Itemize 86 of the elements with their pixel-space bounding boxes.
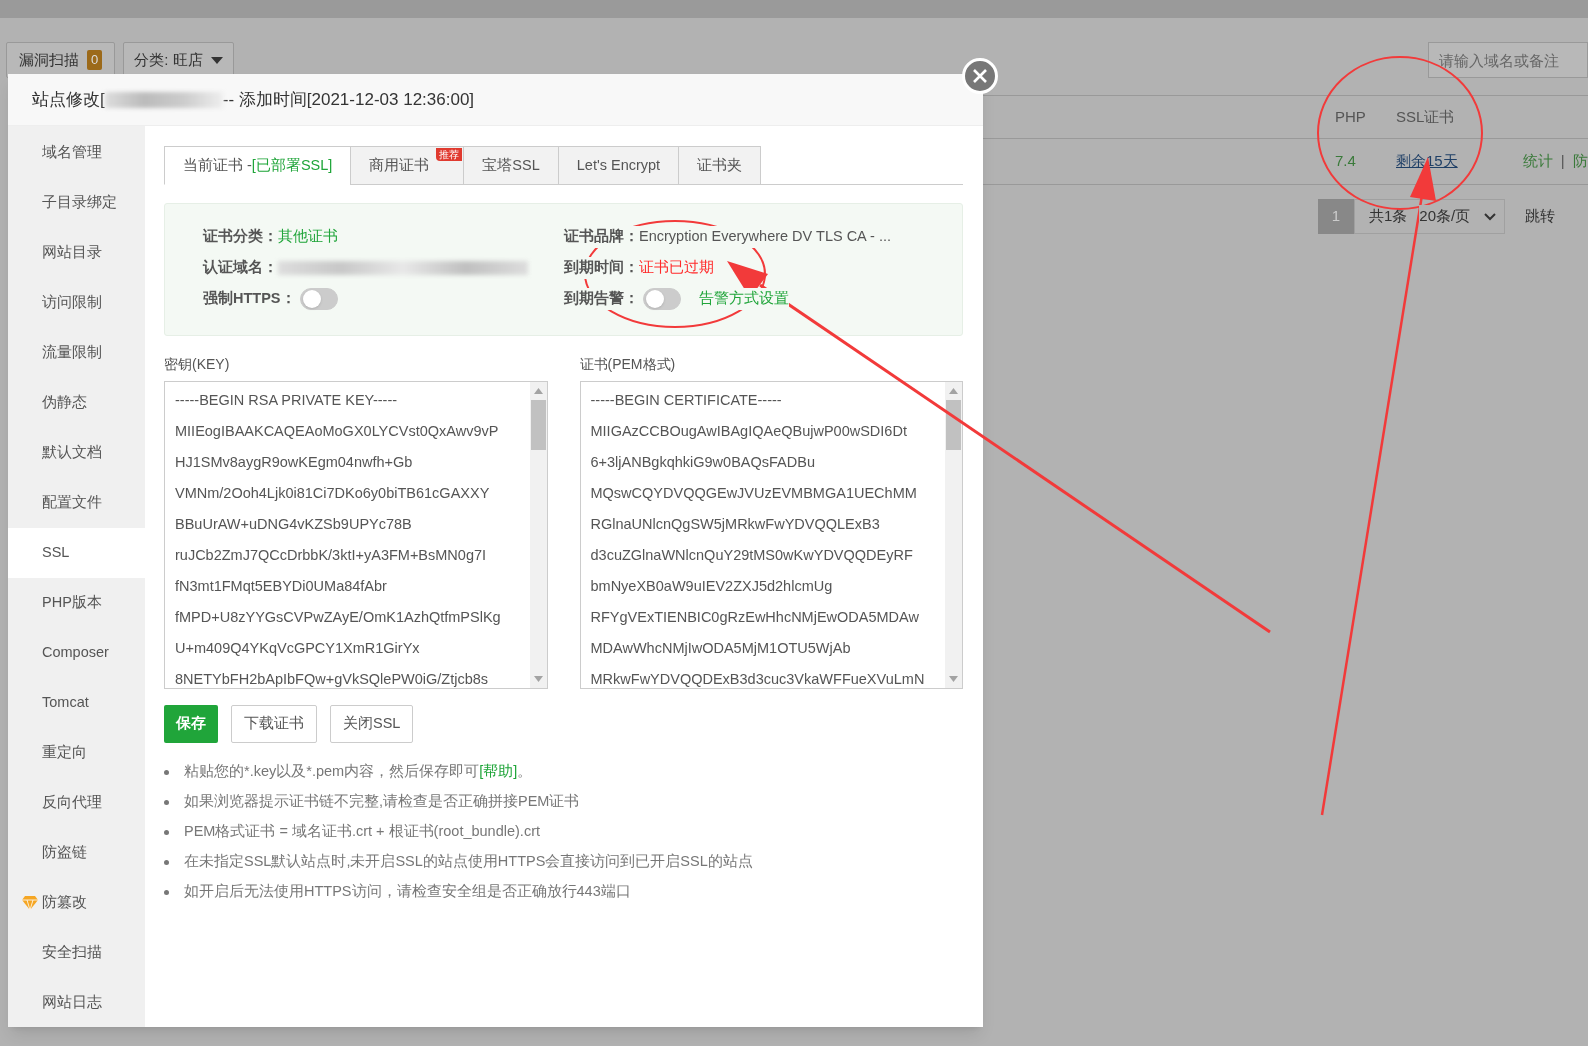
sidebar-item[interactable]: 安全扫描: [8, 928, 145, 978]
total-count: 共1条: [1369, 206, 1408, 227]
close-icon: [973, 69, 987, 83]
scroll-down-icon[interactable]: [533, 676, 543, 682]
action-button[interactable]: 关闭SSL: [330, 705, 414, 743]
text-area[interactable]: [579, 381, 963, 689]
tab[interactable]: 宝塔SSL: [463, 146, 559, 185]
tab[interactable]: 商用证书 推荐: [350, 146, 465, 185]
sidebar-item[interactable]: 防盗链: [8, 828, 145, 878]
tab[interactable]: 证书夹: [678, 146, 762, 185]
code-line: MQswCQYDVQQGEwJVUzEVMBMGA1UEChMM: [590, 484, 918, 503]
help-note: 如果浏览器提示证书链不完整,请检查是否正确拼接PEM证书: [184, 792, 580, 812]
sidebar-item[interactable]: 默认文档: [8, 428, 145, 478]
help-note: 粘贴您的*.key以及*.pem内容，然后保存即可[帮助]。: [184, 762, 533, 782]
sidebar-item[interactable]: 伪静态: [8, 378, 145, 428]
sidebar-item[interactable]: 重定向: [8, 728, 145, 778]
code-line: fMPD+U8zYYGsCVPwZAyE/OmK1AzhQtfmPSlKg: [175, 608, 502, 627]
count-badge: 0: [87, 50, 103, 70]
toggle-switch[interactable]: [643, 288, 681, 310]
code-line: BBuUrAW+uDNG4vKZSb9UPYc78B: [175, 515, 413, 534]
close-button[interactable]: [962, 58, 998, 94]
sidebar-item[interactable]: SSL: [8, 528, 145, 578]
sidebar-item[interactable]: Composer: [8, 628, 145, 678]
code-line: -----BEGIN RSA PRIVATE KEY-----: [175, 391, 399, 410]
scroll-up-icon[interactable]: [533, 388, 543, 394]
column-header: SSL证书: [1396, 106, 1455, 127]
scroll-down-icon[interactable]: [949, 676, 958, 682]
code-line: MIIEogIBAAKCAQEAoMoGX0LYCVst0QxAwv9vP: [175, 422, 500, 441]
code-line: HJ1SMv8aygR9owKEgm04nwfh+Gb: [175, 453, 414, 472]
code-line: RFYgVExTIENBIC0gRzEwHhcNMjEwODA5MDAw: [590, 608, 920, 627]
help-note: 如开启后无法使用HTTPS访问，请检查安全组是否正确放行443端口: [184, 882, 631, 902]
field-label: 证书分类：: [203, 227, 278, 247]
code-line: -----BEGIN CERTIFICATE-----: [590, 391, 783, 410]
code-line: VMNm/2Ooh4Ljk0i81Ci7DKo6y0biTB61cGAXXY: [175, 484, 491, 503]
sidebar-item[interactable]: 网站日志: [8, 978, 145, 1028]
search-field[interactable]: 请输入域名或备注: [1428, 42, 1588, 78]
dialog-title: 站点修改[: [32, 88, 105, 111]
sidebar-item[interactable]: 访问限制: [8, 278, 145, 328]
sidebar-item[interactable]: PHP版本: [8, 578, 145, 628]
caret-icon: [210, 56, 223, 64]
field-label: 强制HTTPS：: [203, 289, 296, 309]
code-line: MDAwWhcNMjIwODA5MjM1OTU5WjAb: [590, 639, 852, 658]
action-button[interactable]: 下载证书: [231, 705, 317, 743]
column-header: PHP: [1335, 106, 1367, 127]
sidebar-item[interactable]: 流量限制: [8, 328, 145, 378]
code-line: ruJCb2ZmJ7QCcDrbbK/3ktI+yA3FM+BsMN0g7I: [175, 546, 488, 565]
dialog-title: -- 添加时间[2021-12-03 12:36:00]: [222, 88, 475, 111]
sidebar-item[interactable]: 域名管理: [8, 128, 145, 178]
jump-label: 跳转: [1525, 206, 1556, 227]
scroll-thumb[interactable]: [530, 400, 546, 450]
toggle-switch[interactable]: [299, 288, 338, 310]
field-label: 密钥(KEY): [164, 355, 231, 374]
scroll-up-icon[interactable]: [949, 388, 958, 394]
help-note: PEM格式证书 = 域名证书.crt + 根证书(root_bundle).crt: [184, 822, 540, 842]
code-line: MRkwFwYDVQQDExB3d3cuc3VkaWFFueXVuLmN: [590, 670, 926, 688]
scrollbar[interactable]: [529, 382, 547, 688]
sidebar-item[interactable]: 反向代理: [8, 778, 145, 828]
tab[interactable]: 当前证书 -[已部署SSL]: [164, 146, 352, 185]
code-line: d3cuZGlnaWNlcnQuY29tMS0wKwYDVQQDEyRF: [590, 546, 914, 565]
field-label: 认证域名：: [203, 258, 278, 278]
text-area[interactable]: [164, 381, 548, 689]
chevron-down-icon: [1484, 212, 1497, 221]
scrollbar[interactable]: [945, 382, 962, 688]
code-line: RGlnaUNlcnQgSW5jMRkwFwYDVQQLExB3: [590, 515, 881, 534]
code-line: 8NETYbFH2bApIbFQw+gVkSQlePW0iG/Ztjcb8s: [175, 670, 490, 688]
code-line: 6+3ljANBgkqhkiG9w0BAQsFADBu: [590, 453, 816, 472]
sidebar-item[interactable]: 防篡改: [8, 878, 145, 928]
table-cell-text: 7.4: [1335, 151, 1357, 172]
ssl-expiry-link[interactable]: 剩余15天: [1396, 150, 1458, 173]
help-note: 在未指定SSL默认站点时,未开启SSL的站点使用HTTPS会直接访问到已开启SSL的站点: [184, 852, 753, 872]
code-line: fN3mt1FMqt5EBYDi0UMa84fAbr: [175, 577, 388, 596]
recommended-ribbon: 推荐: [436, 148, 463, 161]
sidebar-item[interactable]: Tomcat: [8, 678, 145, 728]
field-value: 其他证书: [278, 227, 338, 247]
code-line: U+m409Q4YKqVcGPCY1XmR1GirYx: [175, 639, 421, 658]
tab[interactable]: Let's Encrypt: [557, 146, 680, 185]
field-value: Encryption Everywhere DV TLS CA - ...: [639, 226, 891, 248]
field-label: 证书品牌：: [564, 226, 639, 248]
scroll-thumb[interactable]: [946, 400, 961, 450]
code-line: MIIGAzCCBOugAwIBAgIQAeQBujwP00wSDI6Dt: [590, 422, 908, 441]
code-line: bmNyeXB0aW9uIEV2ZXJ5d2hlcmUg: [590, 577, 834, 596]
sidebar-item[interactable]: 子目录绑定: [8, 178, 145, 228]
sidebar-item[interactable]: 配置文件: [8, 478, 145, 528]
sidebar-item[interactable]: 网站目录: [8, 228, 145, 278]
field-label: 证书(PEM格式): [579, 355, 677, 374]
separator: |: [1560, 151, 1565, 172]
